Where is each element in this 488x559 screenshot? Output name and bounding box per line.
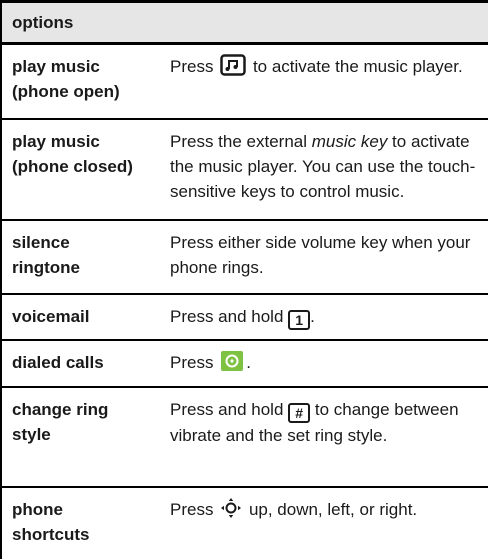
- option-description: Press .: [162, 341, 488, 386]
- option-label: dialed calls: [2, 341, 162, 386]
- option-label-line: dialed calls: [12, 353, 104, 372]
- option-description: Press either side volume key when your p…: [170, 233, 471, 277]
- option-label-line: (phone open): [12, 82, 120, 101]
- option-description: Press and hold 1.: [162, 295, 488, 339]
- option-label-line: play music: [12, 57, 100, 76]
- option-label: play music (phone open): [2, 45, 162, 118]
- music-key-term: music key: [311, 132, 388, 151]
- option-label: silence ringtone: [2, 221, 162, 293]
- option-label-line: silence: [12, 233, 70, 252]
- description-text: Press: [170, 57, 214, 76]
- option-label-line: voicemail: [12, 307, 90, 326]
- description-text: Press and hold: [170, 307, 284, 326]
- options-table: options play music (phone open) Press to…: [0, 0, 488, 559]
- option-label-line: change ring: [12, 400, 109, 419]
- option-label: phone shortcuts: [2, 488, 162, 555]
- option-description: Press up, down, left, or right.: [162, 488, 488, 555]
- description-text: up, down, left, or right.: [248, 500, 418, 519]
- option-label-line: ringtone: [12, 258, 80, 277]
- key-hash-icon: #: [288, 403, 311, 423]
- description-text: Press and hold: [170, 400, 284, 419]
- option-description: Press the external music key to activate…: [162, 120, 488, 219]
- table-row: play music (phone closed) Press the exte…: [2, 120, 488, 221]
- table-row: play music (phone open) Press to activat…: [2, 45, 488, 120]
- table-row: silence ringtone Press either side volum…: [2, 221, 488, 295]
- option-label-line: phone: [12, 500, 63, 519]
- description-text: .: [246, 353, 251, 372]
- nav-key-icon: [220, 497, 242, 526]
- table-row: change ring style Press and hold # to ch…: [2, 388, 488, 488]
- option-label-line: style: [12, 425, 51, 444]
- option-description: Press and hold # to change between vibra…: [162, 388, 488, 486]
- table-row: dialed calls Press .: [2, 341, 488, 388]
- description-text: Press the external: [170, 132, 312, 151]
- table-header: options: [2, 0, 488, 45]
- option-label: voicemail: [2, 295, 162, 339]
- description-text: Press: [170, 353, 214, 372]
- key-1-icon: 1: [288, 310, 311, 330]
- music-player-key-icon: [220, 54, 246, 83]
- description-text: to activate the music player.: [252, 57, 463, 76]
- send-key-icon: [220, 350, 244, 379]
- option-label: play music (phone closed): [2, 120, 162, 219]
- description-text: .: [310, 307, 315, 326]
- table-row: voicemail Press and hold 1.: [2, 295, 488, 341]
- option-label-line: shortcuts: [12, 525, 90, 544]
- option-label-line: play music: [12, 132, 100, 151]
- option-description: Press to activate the music player.: [162, 45, 488, 118]
- table-row: phone shortcuts Press up, down, left, or…: [2, 488, 488, 555]
- option-label-line: (phone closed): [12, 157, 133, 176]
- option-label: change ring style: [2, 388, 162, 486]
- description-text: Press: [170, 500, 214, 519]
